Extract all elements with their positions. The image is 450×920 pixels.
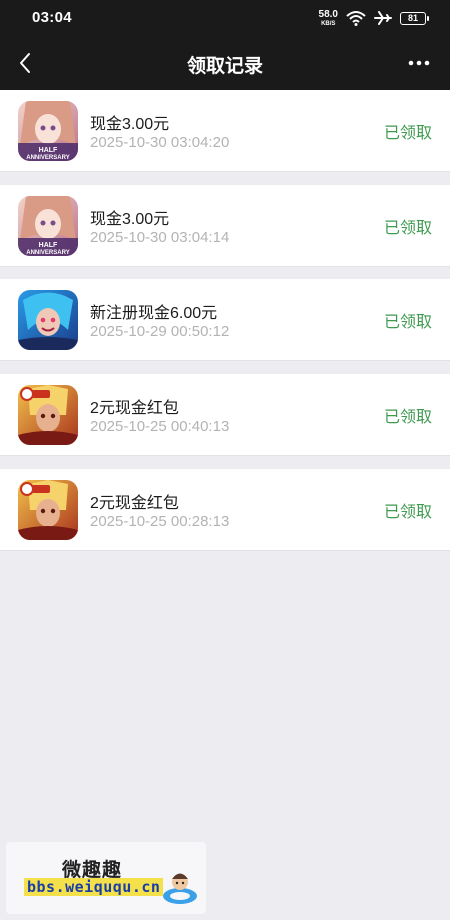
record-status: 已领取	[383, 409, 432, 426]
anime-girl-anniversary-icon: HALF ANNIVERSARY	[18, 101, 78, 161]
record-status: 已领取	[383, 125, 432, 142]
blue-hair-hero-icon	[18, 290, 78, 350]
status-indicators: 58.0 KB/S 81	[318, 8, 429, 28]
record-time: 2025-10-25 00:28:13	[90, 513, 230, 530]
record-time: 2025-10-30 03:04:20	[90, 134, 230, 151]
airplane-icon	[374, 11, 392, 25]
battery-level: 81	[407, 13, 418, 23]
network-speed-unit: KB/S	[321, 20, 336, 27]
record-time: 2025-10-29 00:50:12	[90, 323, 230, 340]
watermark: 微趣趣 bbs.weiququ.cn	[6, 842, 206, 914]
network-speed: 58.0 KB/S	[318, 8, 338, 27]
record-title: 现金3.00元	[90, 116, 170, 133]
record-title: 现金3.00元	[90, 211, 170, 228]
record-item[interactable]: HALF ANNIVERSARY 现金3.00元 2025-10-30 03:0…	[0, 185, 450, 267]
golden-warrior-icon	[18, 480, 78, 540]
status-bar: 03:04 58.0 KB/S 81	[0, 0, 450, 36]
golden-warrior-icon	[18, 385, 78, 445]
mascot-icon	[163, 873, 197, 904]
svg-text:ANNIVERSARY: ANNIVERSARY	[26, 155, 69, 161]
svg-text:HALF: HALF	[39, 147, 58, 154]
header-bar: 领取记录	[0, 36, 450, 90]
record-item[interactable]: 2元现金红包 2025-10-25 00:28:13 已领取	[0, 469, 450, 551]
record-item[interactable]: 2元现金红包 2025-10-25 00:40:13 已领取	[0, 374, 450, 456]
page-title: 领取记录	[186, 56, 263, 77]
battery-icon: 81	[400, 11, 429, 25]
record-time: 2025-10-30 03:04:14	[90, 229, 230, 246]
record-item[interactable]: HALF ANNIVERSARY 现金3.00元 2025-10-30 03:0…	[0, 90, 450, 172]
watermark-url: bbs.weiququ.cn	[24, 878, 164, 896]
record-title: 2元现金红包	[90, 495, 179, 512]
more-dots-icon	[408, 60, 430, 66]
record-title: 2元现金红包	[90, 400, 179, 417]
status-time: 03:04	[32, 9, 72, 26]
record-time: 2025-10-25 00:40:13	[90, 418, 230, 435]
svg-text:HALF: HALF	[39, 242, 58, 249]
record-status: 已领取	[383, 314, 432, 331]
record-title: 新注册现金6.00元	[90, 305, 218, 322]
wifi-icon	[346, 11, 366, 26]
record-status: 已领取	[383, 220, 432, 237]
network-speed-value: 58.0	[318, 8, 338, 20]
more-button[interactable]	[404, 49, 434, 77]
anime-girl-anniversary-icon: HALF ANNIVERSARY	[18, 196, 78, 256]
record-item[interactable]: 新注册现金6.00元 2025-10-29 00:50:12 已领取	[0, 279, 450, 361]
record-status: 已领取	[383, 504, 432, 521]
svg-text:ANNIVERSARY: ANNIVERSARY	[26, 250, 69, 256]
